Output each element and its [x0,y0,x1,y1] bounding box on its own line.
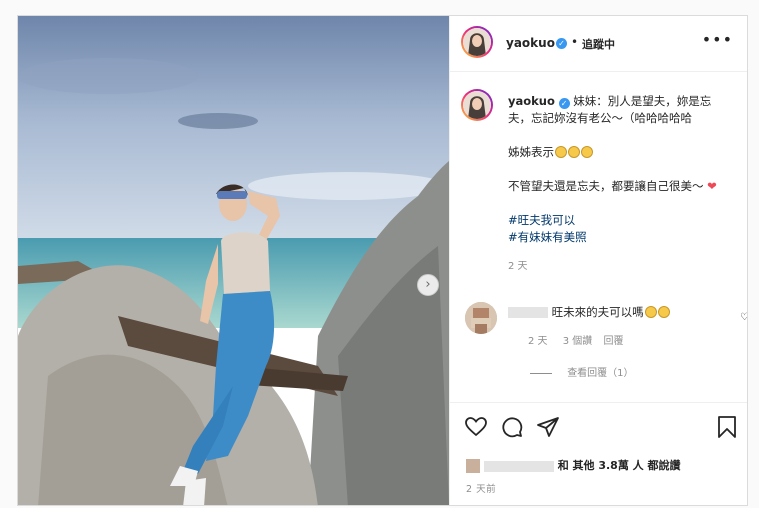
hashtag-link[interactable]: #有妹妹有美照 [508,230,587,244]
post-modal: › yaokuo ✓ • 追蹤中 ••• yaokuo ✓ 妹妹：別人是望夫，妳… [17,15,748,506]
comment-like-heart-icon[interactable]: ♡ [740,312,747,323]
likes-text[interactable]: 和 其他 3.8萬 人 都說讚 [558,459,681,472]
caption-line-2: 姊姊表示 [508,145,554,159]
comment-body: 旺未來的夫可以嗎 [508,304,728,321]
action-bar: 和 其他 3.8萬 人 都說讚 2 天前 [450,402,747,505]
grin-emoji-icon [581,146,593,158]
divider-line [530,372,552,374]
view-replies[interactable]: 查看回覆（1） [530,364,634,379]
liker-avatar[interactable] [466,459,480,473]
beach-photo-image [18,16,449,505]
following-button[interactable]: 追蹤中 [582,36,615,52]
like-heart-icon[interactable] [464,415,488,439]
post-header: yaokuo ✓ • 追蹤中 ••• [450,16,747,72]
likes-summary[interactable]: 和 其他 3.8萬 人 都說讚 [466,457,681,473]
commenter-avatar[interactable] [465,302,497,334]
caption-avatar[interactable] [461,89,493,121]
bookmark-icon[interactable] [716,415,738,439]
share-paper-plane-icon[interactable] [536,415,560,439]
comment-text: 旺未來的夫可以嗎 [551,305,644,319]
caption-line-3: 不管望夫還是忘夫，都要讓自己很美～ [508,179,704,193]
caption-time: 2 天 [508,261,528,272]
separator-dot: • [571,35,579,49]
author-avatar[interactable] [461,26,493,58]
hashtag-link[interactable]: #旺夫我可以 [508,213,575,227]
grin-emoji-icon [568,146,580,158]
comment-bubble-icon[interactable] [500,415,524,439]
red-heart-icon: ❤ [707,179,717,193]
blurred-username[interactable] [508,307,548,318]
comment-likes[interactable]: 3 個讚 [563,336,593,347]
post-caption: yaokuo ✓ 妹妹：別人是望夫，妳是忘夫，忘記妳沒有老公～（哈哈哈哈哈 姊姊… [508,93,730,275]
chevron-right-icon: › [425,277,431,292]
grin-emoji-icon [555,146,567,158]
smile-emoji-icon [657,306,670,318]
avatar-image [463,91,491,119]
avatar-image [463,28,491,56]
next-image-button[interactable]: › [417,274,439,296]
posted-time[interactable]: 2 天前 [466,481,496,495]
reply-button[interactable]: 回覆 [603,336,623,347]
ellipsis-icon[interactable]: ••• [702,30,733,49]
view-replies-label[interactable]: 查看回覆（1） [567,368,633,379]
comment-time: 2 天 [528,336,548,347]
verified-badge-icon: ✓ [558,98,570,109]
verified-badge-icon: ✓ [556,38,567,49]
post-sidebar: yaokuo ✓ • 追蹤中 ••• yaokuo ✓ 妹妹：別人是望夫，妳是忘… [449,16,747,505]
comment-meta: 2 天 3 個讚 回覆 [528,332,623,347]
author-username[interactable]: yaokuo [506,36,555,50]
post-photo[interactable]: › [18,16,449,505]
blurred-liker-name[interactable] [483,460,554,472]
caption-username[interactable]: yaokuo [508,94,555,108]
pixelated-avatar-image [465,302,497,334]
smile-emoji-icon [644,306,657,318]
